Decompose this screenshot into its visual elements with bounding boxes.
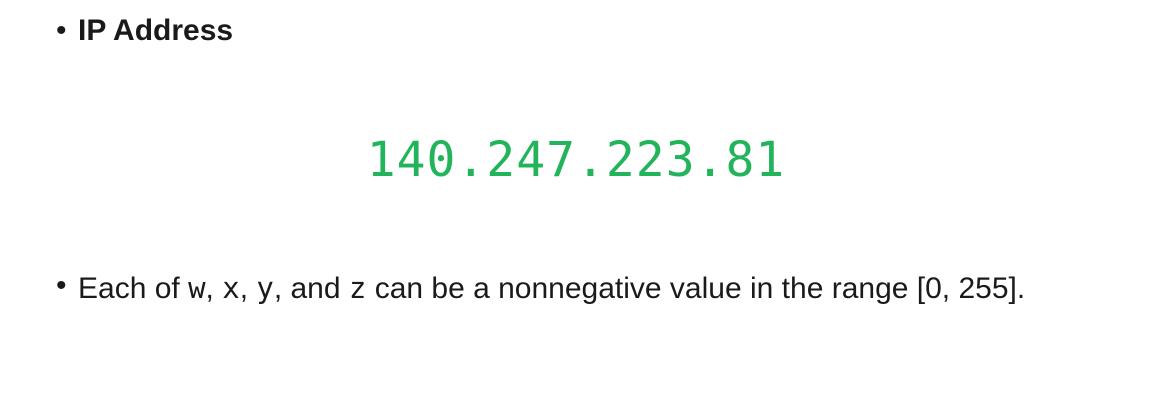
heading-bullet-item: • IP Address xyxy=(56,13,233,49)
variable-w: w xyxy=(188,271,206,305)
heading-title: IP Address xyxy=(78,14,234,47)
separator: , xyxy=(239,272,257,305)
slide: • IP Address 140.247.223.81 • Each of w,… xyxy=(0,0,1152,409)
description-prefix: Each of xyxy=(78,272,189,305)
description-bullet-item: • Each of w, x, y, and z can be a nonneg… xyxy=(56,268,1116,309)
separator: , xyxy=(205,272,223,305)
separator: , and xyxy=(273,272,349,305)
bullet-icon: • xyxy=(56,269,67,302)
variable-y: y xyxy=(256,271,274,305)
description-text: Each of w, x, y, and z can be a nonnegat… xyxy=(78,268,1025,309)
description-suffix: can be a nonnegative value in the range … xyxy=(366,272,1026,305)
ip-address-example: 140.247.223.81 xyxy=(366,132,786,188)
variable-x: x xyxy=(222,271,240,305)
variable-z: z xyxy=(348,271,367,305)
bullet-icon: • xyxy=(56,14,67,47)
